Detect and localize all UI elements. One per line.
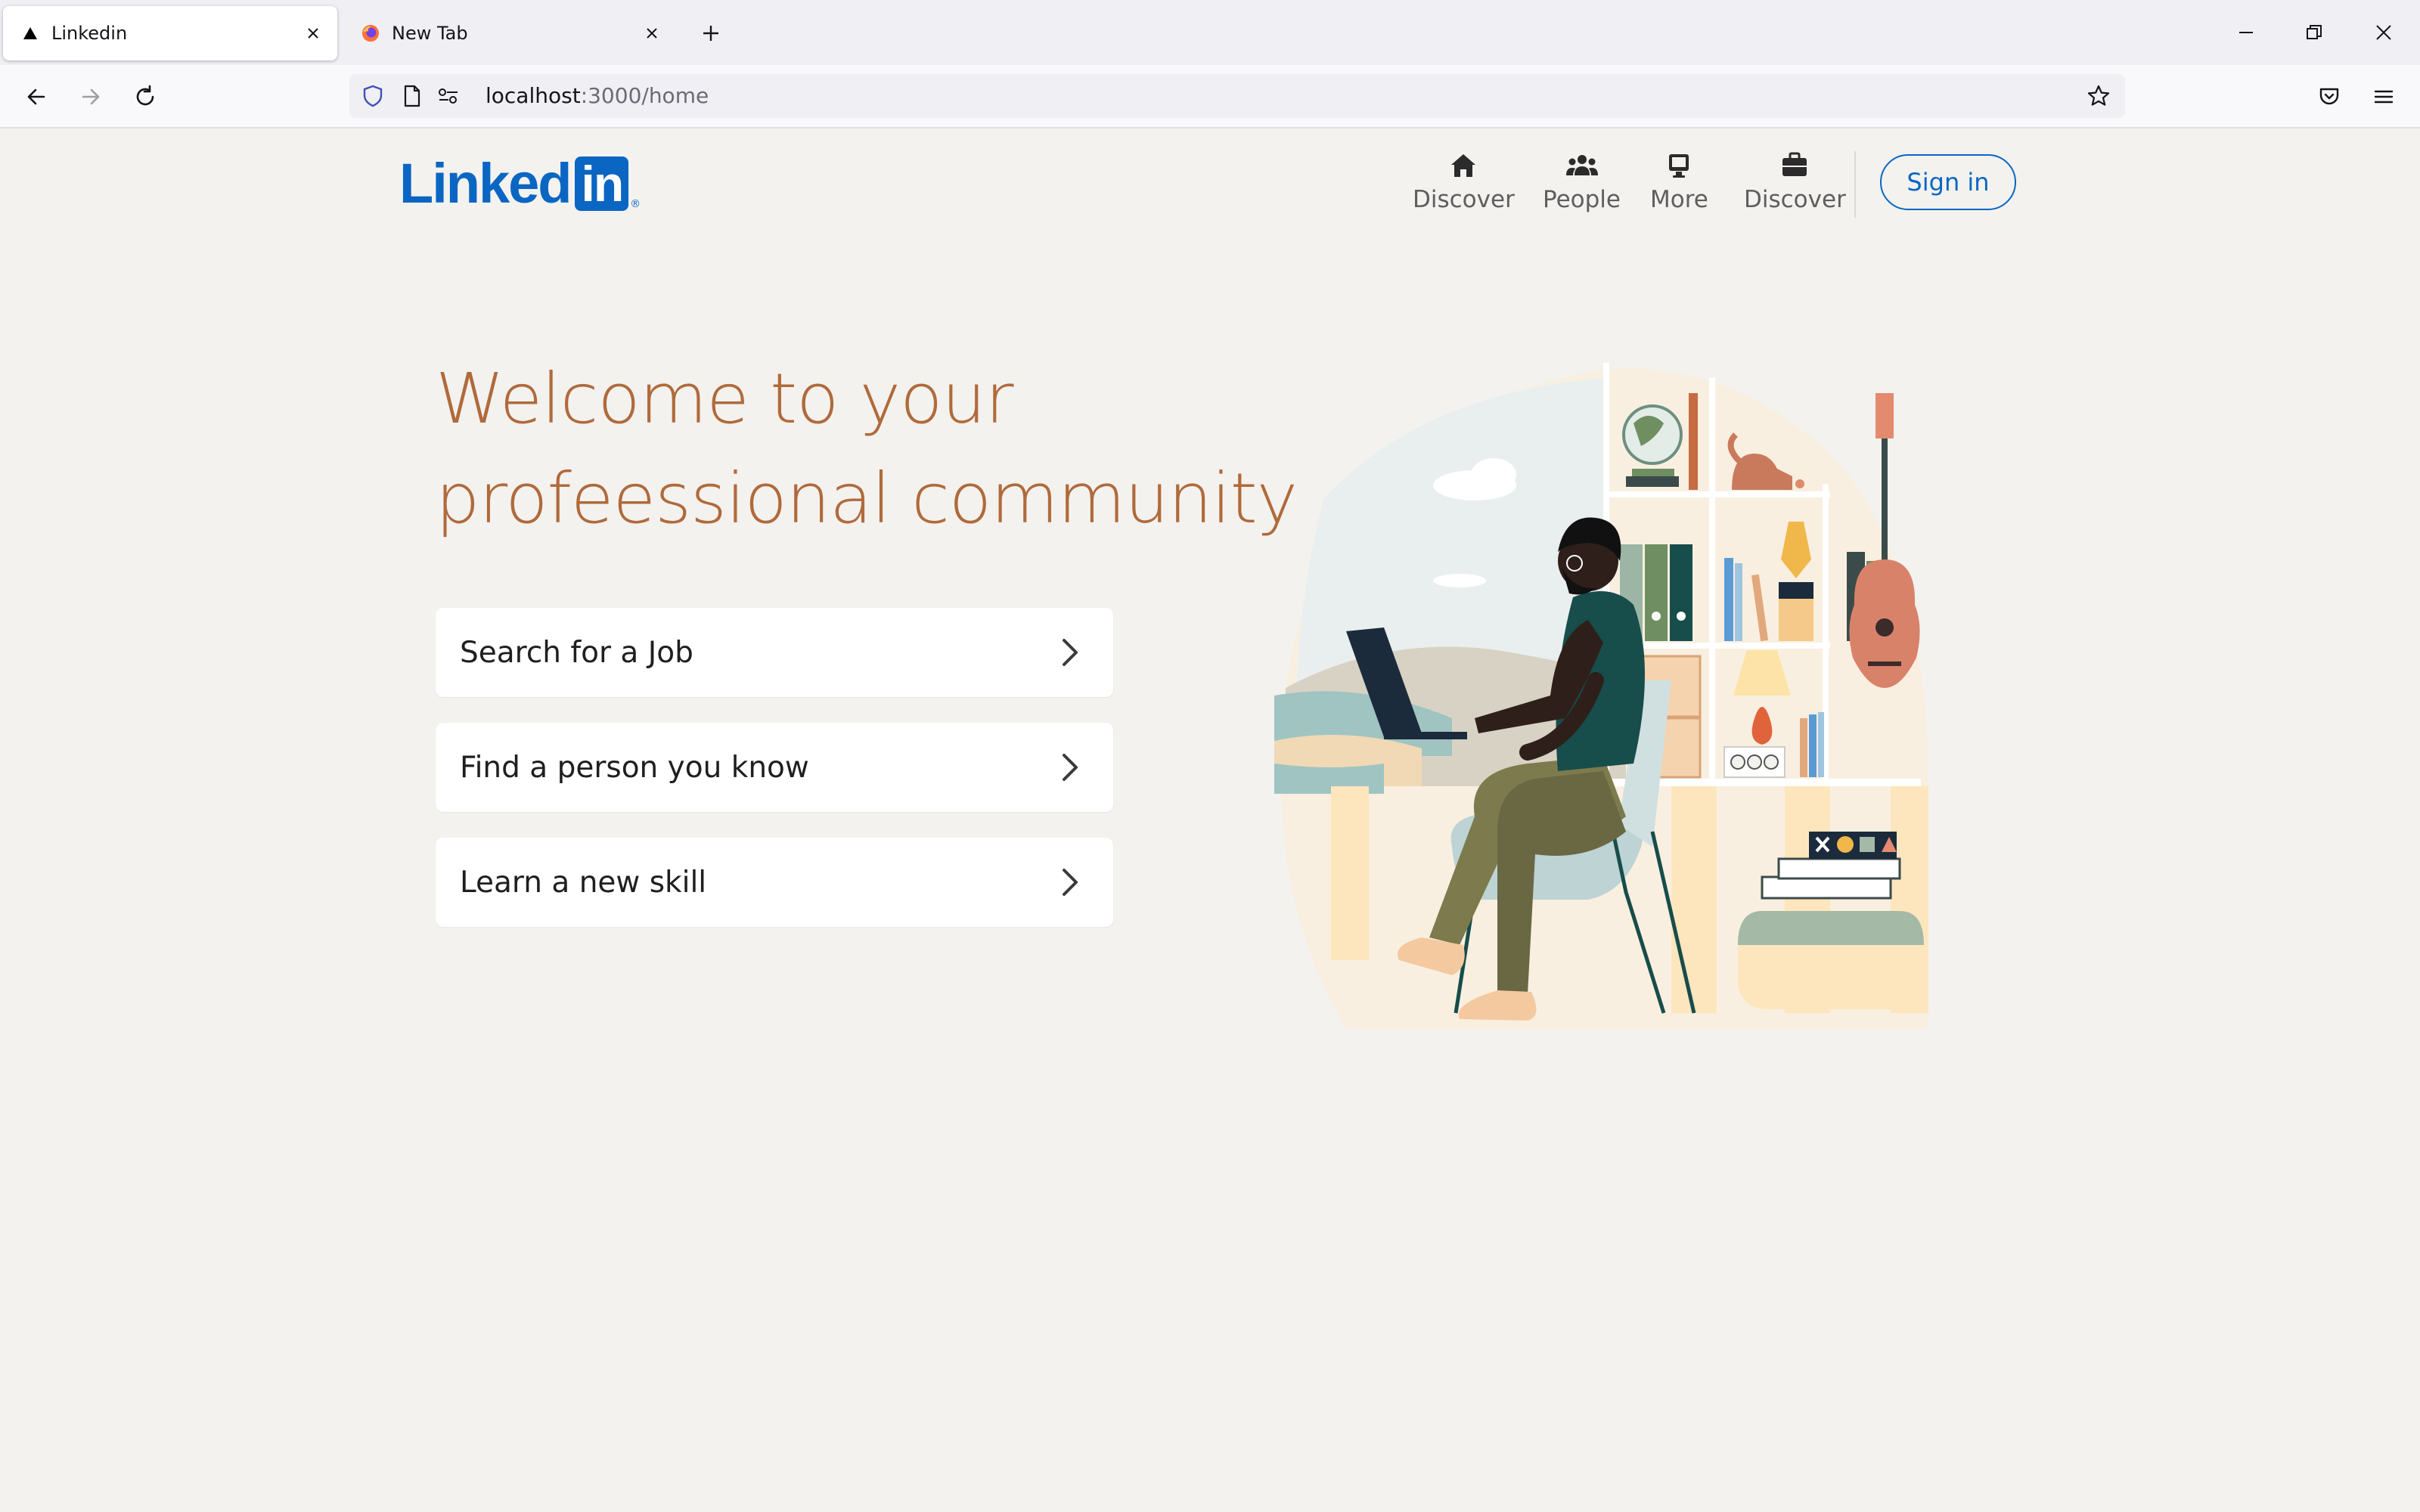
nav-more[interactable]: More [1650, 147, 1708, 222]
linkedin-logo[interactable]: Linked in ® [399, 156, 641, 212]
chevron-right-icon [1053, 751, 1086, 784]
nav-discover[interactable]: Discover [1413, 147, 1515, 222]
close-tab-icon[interactable] [298, 18, 328, 48]
tab-title: New Tab [392, 23, 468, 44]
nav-label: People [1543, 186, 1621, 213]
close-tab-icon[interactable] [637, 18, 667, 48]
tab-linkedin[interactable]: Linkedin [3, 6, 337, 60]
forward-arrow-icon[interactable] [73, 79, 109, 115]
headline-line-1: Welcome to your [436, 358, 1014, 439]
tab-new-tab[interactable]: New Tab [343, 6, 676, 60]
option-label: Find a person you know [460, 750, 809, 785]
hero-illustration [1274, 363, 1928, 1028]
bookmark-star-icon[interactable] [2086, 83, 2111, 109]
headline-line-2: profeessional community [436, 458, 1298, 539]
option-learn-skill[interactable]: Learn a new skill [436, 838, 1113, 927]
chevron-right-icon [1053, 866, 1086, 899]
sign-in-button[interactable]: Sign in [1880, 154, 2016, 210]
address-bar[interactable]: localhost:3000/home [349, 74, 2125, 118]
minimize-icon[interactable] [2223, 15, 2269, 50]
firefox-icon [361, 24, 380, 42]
permissions-icon[interactable] [436, 83, 461, 109]
hero-headline: Welcome to your profeessional community [436, 349, 1343, 549]
logo-in-box: in [575, 156, 629, 211]
option-find-person[interactable]: Find a person you know [436, 723, 1113, 812]
option-search-job[interactable]: Search for a Job [436, 608, 1113, 697]
new-tab-plus-icon[interactable] [694, 17, 728, 50]
shield-icon[interactable] [360, 83, 386, 109]
url-host: localhost [486, 83, 581, 108]
people-icon [1565, 148, 1599, 183]
option-label: Learn a new skill [460, 865, 707, 900]
home-icon [1446, 148, 1481, 183]
tab-title: Linkedin [51, 23, 128, 44]
logo-word: Linked [399, 152, 572, 215]
nav-divider [1854, 151, 1856, 218]
nav-label: Discover [1413, 186, 1515, 213]
chevron-right-icon [1053, 636, 1086, 669]
reload-icon[interactable] [127, 79, 163, 115]
page-icon [399, 83, 425, 109]
nav-discover-jobs[interactable]: Discover [1744, 147, 1846, 222]
browser-navigation-bar: localhost:3000/home [0, 65, 2420, 129]
browser-tab-bar: Linkedin New Tab [0, 0, 2420, 65]
url-text[interactable]: localhost:3000/home [486, 83, 709, 109]
logo-registered-mark: ® [630, 198, 641, 210]
back-arrow-icon[interactable] [18, 79, 54, 115]
restore-icon[interactable] [2291, 15, 2337, 50]
close-window-icon[interactable] [2361, 15, 2406, 50]
triangle-icon [21, 24, 39, 42]
nav-people[interactable]: People [1543, 147, 1621, 222]
page-content: Linked in ® Discover People More Discove… [0, 129, 2420, 1512]
option-label: Search for a Job [460, 635, 693, 670]
menu-hamburger-icon[interactable] [2366, 79, 2402, 115]
nav-label: More [1650, 186, 1708, 213]
monitor-icon [1661, 148, 1696, 183]
briefcase-icon [1777, 148, 1812, 183]
pocket-icon[interactable] [2311, 79, 2347, 115]
url-path: :3000/home [580, 83, 709, 108]
nav-label: Discover [1744, 186, 1846, 213]
